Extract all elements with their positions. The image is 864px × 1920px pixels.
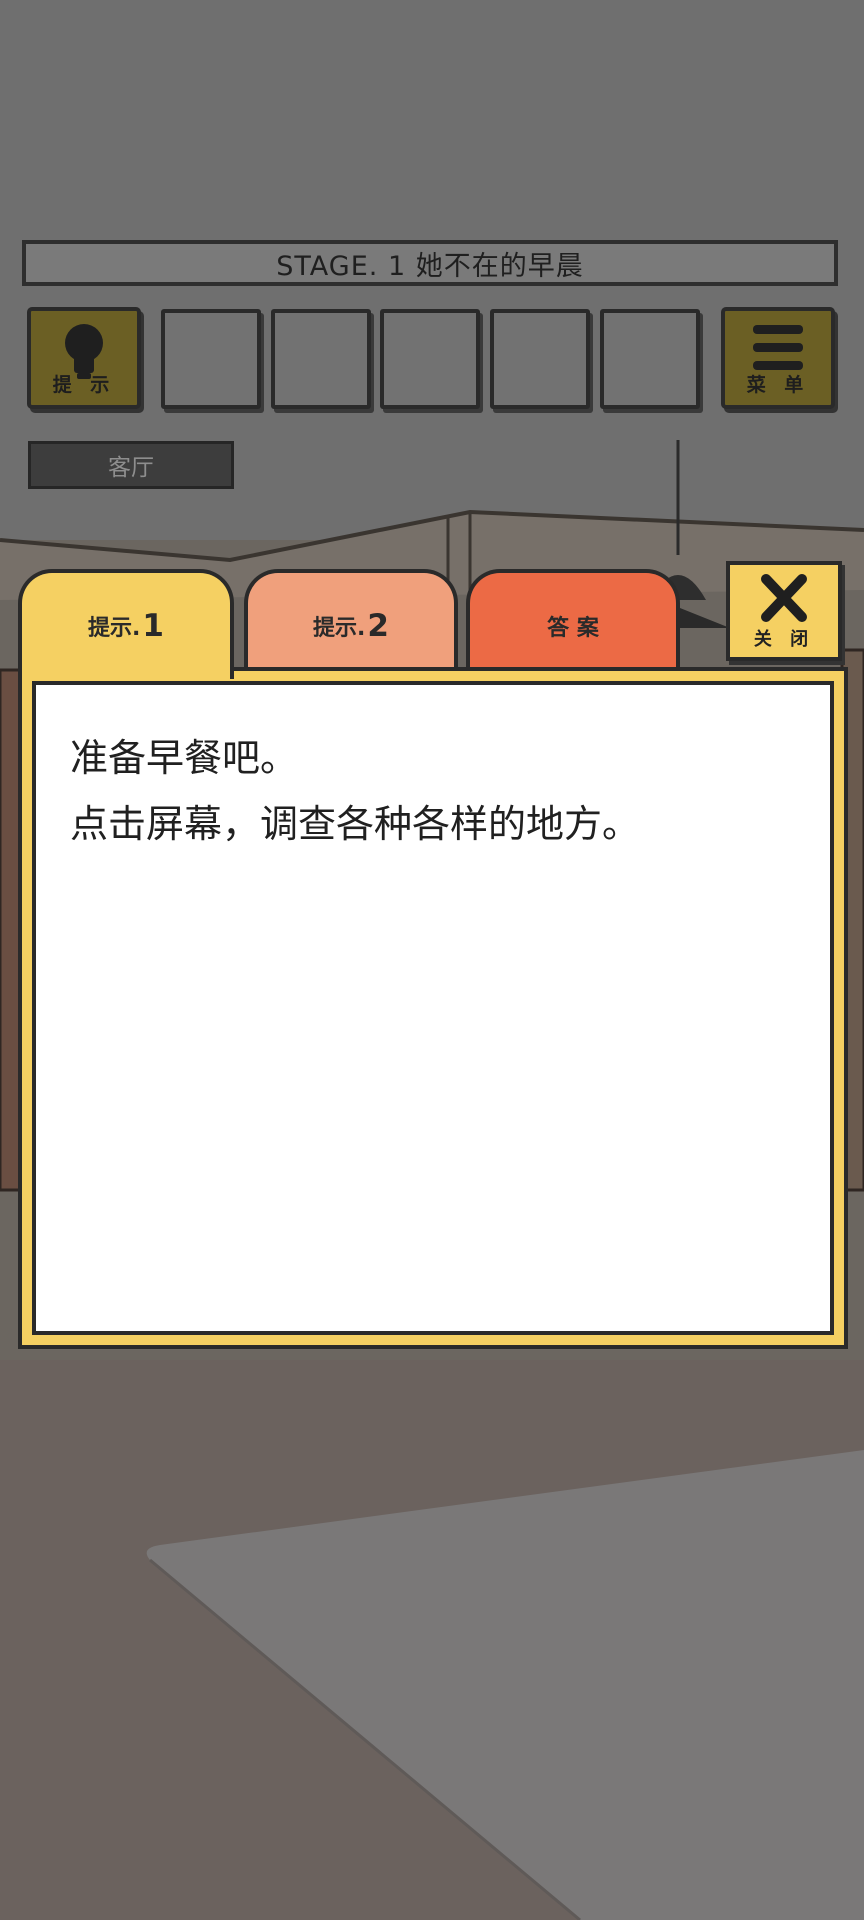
item-slot-5[interactable] [600,309,700,409]
toolbar: 提 示 菜 单 [27,307,839,413]
room-name: 客厅 [108,455,154,481]
tab-hint-2[interactable]: 提示. 2 [244,569,458,679]
stage-title: STAGE. 1 她不在的早晨 [276,250,584,282]
tab-hint-1-label: 提示. [88,616,141,641]
tab-hint-2-number: 2 [367,608,389,644]
room-name-label: 客厅 [28,441,234,489]
item-slot-4[interactable] [490,309,590,409]
tab-hint-1[interactable]: 提示. 1 [18,569,234,679]
tab-answer-label: 答 案 [547,616,599,641]
item-slot-1[interactable] [161,309,261,409]
item-slot-2[interactable] [271,309,371,409]
hint-button[interactable]: 提 示 [27,307,141,409]
item-slot-3[interactable] [380,309,480,409]
close-button-label: 关 闭 [753,629,815,650]
menu-button-label: 菜 单 [746,374,810,396]
hint-panel: 准备早餐吧。 点击屏幕，调查各种各样的地方。 [18,667,848,1349]
hint-line-2: 点击屏幕，调查各种各样的地方。 [70,802,641,846]
stage-title-bar: STAGE. 1 她不在的早晨 [22,240,838,286]
hint-content: 准备早餐吧。 点击屏幕，调查各种各样的地方。 [32,681,834,1335]
tab-hint-2-label: 提示. [313,616,366,641]
tab-answer[interactable]: 答 案 [466,569,680,679]
hint-button-label: 提 示 [52,374,116,396]
hint-line-1: 准备早餐吧。 [70,736,299,780]
menu-button[interactable]: 菜 单 [721,307,835,409]
close-button[interactable]: 关 闭 [726,561,842,661]
tab-hint-1-number: 1 [142,608,164,644]
